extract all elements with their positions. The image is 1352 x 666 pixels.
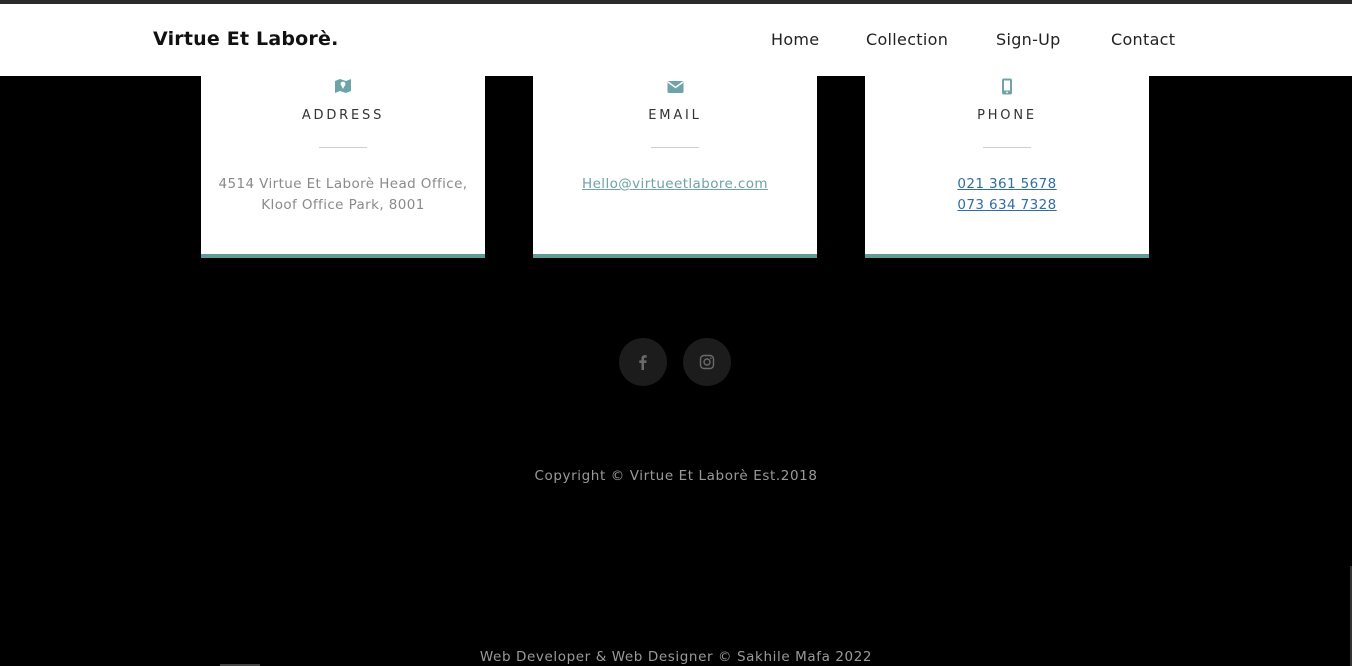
divider: [983, 147, 1031, 148]
email-title: EMAIL: [648, 108, 702, 123]
map-icon: [201, 78, 485, 96]
envelope-icon: [533, 78, 817, 96]
facebook-icon: [639, 355, 647, 370]
main-nav: Home Collection Sign-Up Contact: [0, 30, 1352, 54]
instagram-button[interactable]: [683, 338, 731, 386]
instagram-icon: [699, 354, 715, 370]
address-line-2: Kloof Office Park, 8001: [261, 197, 425, 213]
address-title: ADDRESS: [301, 108, 385, 123]
address-line-1: 4514 Virtue Et Laborè Head Office,: [218, 176, 468, 192]
mobile-phone-icon: [865, 78, 1149, 96]
phone-text: 021 361 5678 073 634 7328: [865, 174, 1149, 216]
address-text: 4514 Virtue Et Laborè Head Office, Kloof…: [201, 174, 485, 216]
email-card: EMAIL Hello@virtueetlabore.com: [533, 72, 817, 258]
phone-link-1[interactable]: 021 361 5678: [957, 176, 1056, 192]
address-card: ADDRESS 4514 Virtue Et Laborè Head Offic…: [201, 72, 485, 258]
email-link[interactable]: Hello@virtueetlabore.com: [582, 176, 768, 192]
facebook-button[interactable]: [619, 338, 667, 386]
phone-link-2[interactable]: 073 634 7328: [957, 197, 1056, 213]
nav-contact[interactable]: Contact: [1111, 30, 1175, 49]
nav-home[interactable]: Home: [771, 30, 819, 49]
divider: [319, 147, 367, 148]
phone-card: PHONE 021 361 5678 073 634 7328: [865, 72, 1149, 258]
divider: [651, 147, 699, 148]
nav-collection[interactable]: Collection: [866, 30, 948, 49]
nav-sign-up[interactable]: Sign-Up: [996, 30, 1061, 49]
email-text: Hello@virtueetlabore.com: [533, 174, 817, 195]
phone-title: PHONE: [977, 108, 1037, 123]
navbar: Virtue Et Laborè. Home Collection Sign-U…: [0, 4, 1352, 76]
copyright-text: Copyright © Virtue Et Laborè Est.2018: [534, 468, 818, 484]
developer-credit: Web Developer & Web Designer © Sakhile M…: [479, 649, 873, 665]
